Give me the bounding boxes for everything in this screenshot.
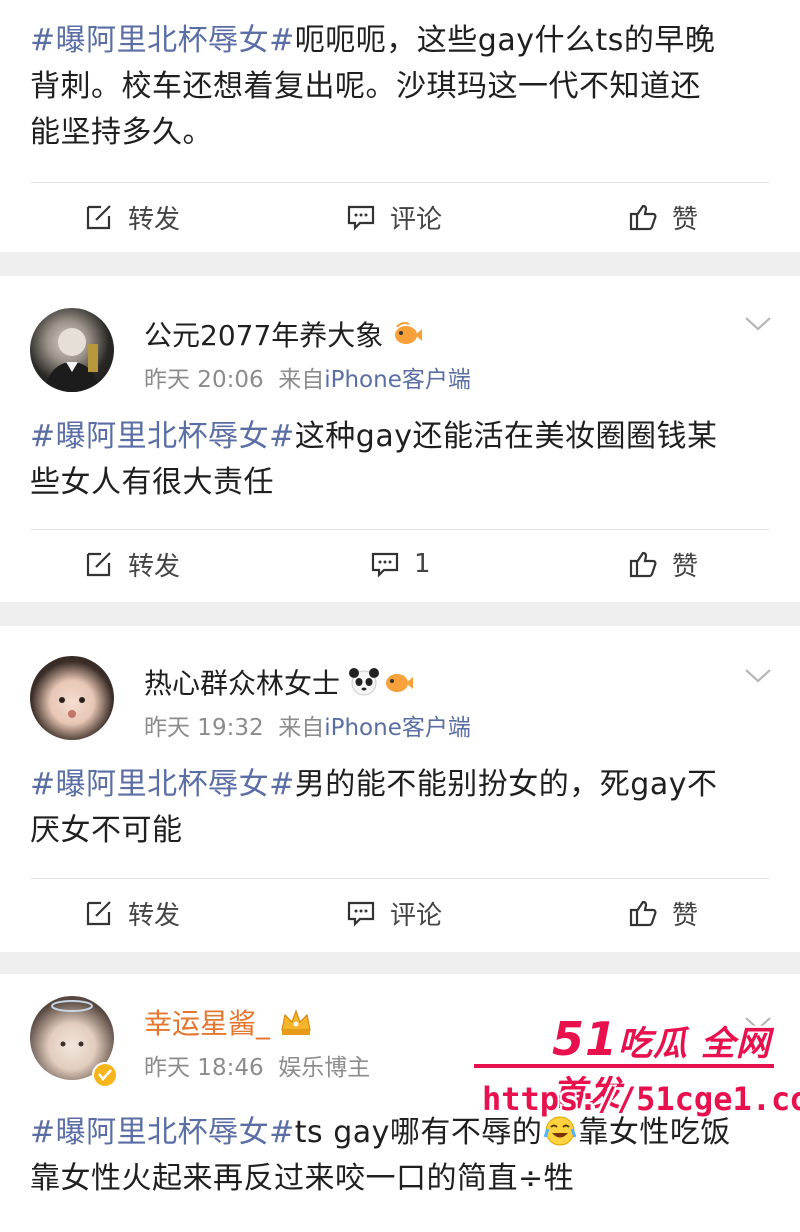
post-card-3: 热心群众林女士 昨天 19:32 来自iPhone客户端 #曝阿里北杯辱女#男的… [0, 626, 800, 952]
post-meta: 昨天 18:46 娱乐博主 [144, 1048, 370, 1082]
post-time: 昨天 20:06 [144, 367, 264, 393]
comment-button[interactable]: 1 [370, 529, 431, 599]
topic-link[interactable]: #曝阿里北杯辱女# [30, 419, 295, 454]
topic-link[interactable]: #曝阿里北杯辱女# [30, 1115, 295, 1150]
watermark-url: https://51cge1.com [482, 1080, 800, 1118]
post-time: 昨天 18:46 [144, 1055, 264, 1081]
crown-badge-icon [281, 1009, 311, 1035]
action-bar: 转发 评论 赞 [0, 878, 800, 948]
comment-count: 1 [414, 549, 431, 579]
laugh-cry-emoji-icon [543, 1116, 577, 1146]
watermark-underline [474, 1064, 774, 1068]
post-source: iPhone客户端 [324, 715, 471, 741]
thumbs-up-icon [629, 204, 657, 231]
repost-button[interactable]: 转发 [84, 529, 180, 599]
card-separator [0, 252, 800, 276]
topic-link[interactable]: #曝阿里北杯辱女# [30, 767, 295, 802]
post-meta: 昨天 20:06 来自iPhone客户端 [144, 367, 471, 393]
repost-button[interactable]: 转发 [84, 182, 180, 252]
avatar[interactable] [30, 656, 114, 740]
avatar-photo [59, 697, 85, 718]
card-separator [0, 952, 800, 974]
like-button[interactable]: 赞 [628, 182, 698, 252]
post-card-1: #曝阿里北杯辱女#呃呃呃，这些gay什么ts的早晚 背刺。校车还想着复出呢。沙琪… [0, 0, 800, 252]
repost-button[interactable]: 转发 [84, 878, 180, 948]
comment-icon [347, 205, 375, 231]
like-button[interactable]: 赞 [628, 878, 698, 948]
repost-icon [86, 901, 111, 926]
username[interactable]: 热心群众林女士 [144, 662, 414, 702]
avatar-photo [44, 328, 100, 392]
verified-badge-icon [92, 1062, 118, 1088]
chevron-down-icon[interactable] [744, 316, 772, 332]
comment-icon [371, 552, 399, 578]
post-text: #曝阿里北杯辱女#ts gay哪有不辱的 靠女性吃饭 靠女性火起来再反过来咬一口的… [30, 1115, 731, 1196]
fish-badge-icon [386, 674, 414, 692]
user-tag: 娱乐博主 [278, 1055, 371, 1081]
action-bar: 转发 1 赞 [0, 529, 800, 599]
action-bar: 转发 评论 赞 [0, 182, 800, 252]
post-header: 热心群众林女士 昨天 19:32 来自iPhone客户端 [0, 656, 800, 756]
post-text: #曝阿里北杯辱女#这种gay还能活在美妆圈圈钱某 些女人有很大责任 [30, 419, 718, 500]
comment-button[interactable]: 评论 [346, 878, 442, 948]
panda-icon [349, 668, 380, 696]
post-text: #曝阿里北杯辱女#呃呃呃，这些gay什么ts的早晚 背刺。校车还想着复出呢。沙琪… [30, 23, 716, 150]
username[interactable]: 幸运星酱_ [144, 1002, 314, 1042]
topic-link[interactable]: #曝阿里北杯辱女# [30, 23, 295, 58]
post-meta: 昨天 19:32 来自iPhone客户端 [144, 715, 471, 741]
username[interactable]: 公元2077年养大象 [144, 314, 423, 354]
comment-button[interactable]: 评论 [346, 182, 442, 252]
post-time: 昨天 19:32 [144, 715, 264, 741]
post-header: 公元2077年养大象 昨天 20:06 来自iPhone客户端 [0, 308, 800, 408]
card-separator [0, 602, 800, 626]
thumbs-up-icon [629, 900, 657, 927]
comment-icon [347, 901, 375, 927]
post-card-2: 公元2077年养大象 昨天 20:06 来自iPhone客户端 #曝阿里北杯辱女… [0, 276, 800, 602]
post-text: #曝阿里北杯辱女#男的能不能别扮女的，死gay不 厌女不可能 [30, 767, 718, 848]
repost-icon [86, 205, 111, 230]
repost-icon [86, 552, 111, 577]
thumbs-up-icon [629, 551, 657, 578]
like-button[interactable]: 赞 [628, 529, 698, 599]
chevron-down-icon[interactable] [744, 668, 772, 684]
avatar[interactable] [30, 308, 114, 392]
post-source: iPhone客户端 [324, 367, 471, 393]
fish-badge-icon [395, 322, 423, 344]
